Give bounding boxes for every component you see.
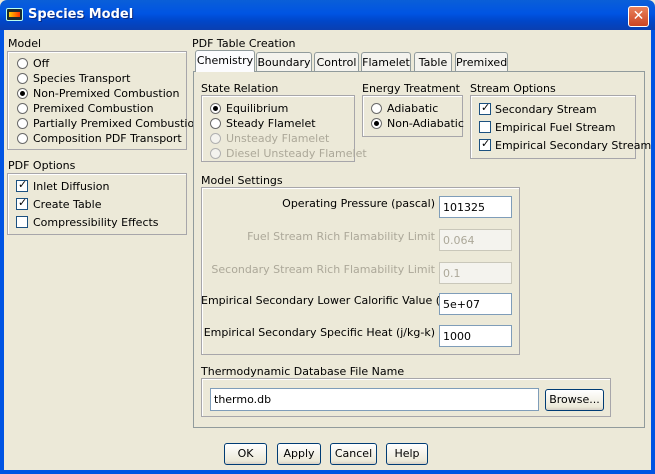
model-radio-off[interactable]: [17, 58, 28, 69]
calorific-value-label: Empirical Secondary Lower Calorific Valu…: [201, 294, 465, 307]
energy-option-label: Non-Adiabatic: [387, 117, 464, 130]
apply-button[interactable]: Apply: [277, 443, 321, 465]
energy-option-label: Adiabatic: [387, 102, 439, 115]
browse-button[interactable]: Browse...: [545, 389, 604, 411]
state-relation-label: State Relation: [201, 82, 279, 95]
close-button[interactable]: ✕: [628, 6, 649, 27]
ok-button[interactable]: OK: [224, 443, 267, 465]
window-frame-right: [651, 30, 655, 474]
model-option-label: Partially Premixed Combustion: [33, 117, 202, 130]
state-radio-unsteady-flamelet[interactable]: [210, 133, 221, 144]
specific-heat-input[interactable]: 1000: [439, 325, 512, 347]
window-title: Species Model: [28, 7, 134, 22]
model-option-label: Non-Premixed Combustion: [33, 87, 180, 100]
secondary-stream-rich-limit-input[interactable]: 0.1: [439, 262, 512, 284]
empirical-fuel-stream-checkbox[interactable]: [479, 121, 491, 133]
pdf-table-creation-label: PDF Table Creation: [192, 37, 296, 50]
model-label: Model: [8, 37, 42, 50]
tab-chemistry[interactable]: Chemistry: [195, 50, 255, 72]
operating-pressure-label: Operating Pressure (pascal): [282, 197, 435, 210]
thermo-db-file-input[interactable]: thermo.db: [210, 388, 539, 411]
model-settings-label: Model Settings: [201, 174, 283, 187]
pdf-option-label: Create Table: [33, 198, 102, 211]
calorific-value-input[interactable]: 5e+07: [439, 293, 512, 315]
empirical-secondary-stream-checkbox[interactable]: [479, 137, 491, 151]
compressibility-effects-checkbox[interactable]: [16, 216, 28, 228]
pdf-option-label: Compressibility Effects: [33, 216, 159, 229]
model-option-label: Premixed Combustion: [33, 102, 154, 115]
fuel-stream-rich-limit-label: Fuel Stream Rich Flamability Limit: [247, 230, 435, 243]
tab-flamelet[interactable]: Flamelet: [361, 52, 411, 72]
secondary-stream-rich-limit-label: Secondary Stream Rich Flamability Limit: [211, 263, 435, 276]
stream-options-label: Stream Options: [470, 82, 556, 95]
app-icon: [6, 8, 23, 21]
state-radio-diesel-unsteady-flamelet[interactable]: [210, 148, 221, 159]
state-option-label: Diesel Unsteady Flamelet: [226, 147, 367, 160]
tab-control[interactable]: Control: [314, 52, 359, 72]
window-frame-bottom: [0, 470, 655, 474]
state-radio-equilibrium[interactable]: [210, 103, 221, 114]
model-option-label: Composition PDF Transport: [33, 132, 182, 145]
fuel-stream-rich-limit-input[interactable]: 0.064: [439, 229, 512, 251]
model-radio-composition-pdf[interactable]: [17, 133, 28, 144]
state-option-label: Unsteady Flamelet: [226, 132, 330, 145]
pdf-options-label: PDF Options: [8, 159, 76, 172]
model-option-label: Species Transport: [33, 72, 131, 85]
stream-option-label: Empirical Fuel Stream: [495, 121, 616, 134]
energy-radio-non-adiabatic[interactable]: [371, 118, 382, 129]
model-radio-non-premixed[interactable]: [17, 88, 28, 99]
stream-option-label: Empirical Secondary Stream: [495, 139, 652, 152]
tab-table[interactable]: Table: [414, 52, 452, 72]
operating-pressure-input[interactable]: 101325: [439, 196, 512, 218]
tab-premixed[interactable]: Premixed: [455, 52, 508, 72]
model-radio-premixed[interactable]: [17, 103, 28, 114]
inlet-diffusion-checkbox[interactable]: [16, 178, 28, 192]
energy-treatment-label: Energy Treatment: [362, 82, 460, 95]
state-option-label: Equilibrium: [226, 102, 289, 115]
model-radio-partially-premixed[interactable]: [17, 118, 28, 129]
state-radio-steady-flamelet[interactable]: [210, 118, 221, 129]
state-option-label: Steady Flamelet: [226, 117, 316, 130]
close-icon: ✕: [632, 8, 645, 24]
window-frame-left: [0, 30, 4, 474]
model-option-label: Off: [33, 57, 50, 70]
energy-radio-adiabatic[interactable]: [371, 103, 382, 114]
cancel-button[interactable]: Cancel: [330, 443, 377, 465]
specific-heat-label: Empirical Secondary Specific Heat (j/kg-…: [203, 326, 435, 339]
stream-option-label: Secondary Stream: [495, 103, 597, 116]
help-button[interactable]: Help: [386, 443, 428, 465]
thermo-db-label: Thermodynamic Database File Name: [201, 365, 405, 378]
create-table-checkbox[interactable]: [16, 196, 28, 210]
pdf-option-label: Inlet Diffusion: [33, 180, 110, 193]
tab-boundary[interactable]: Boundary: [256, 52, 312, 72]
model-radio-species-transport[interactable]: [17, 73, 28, 84]
secondary-stream-checkbox[interactable]: [479, 101, 491, 115]
